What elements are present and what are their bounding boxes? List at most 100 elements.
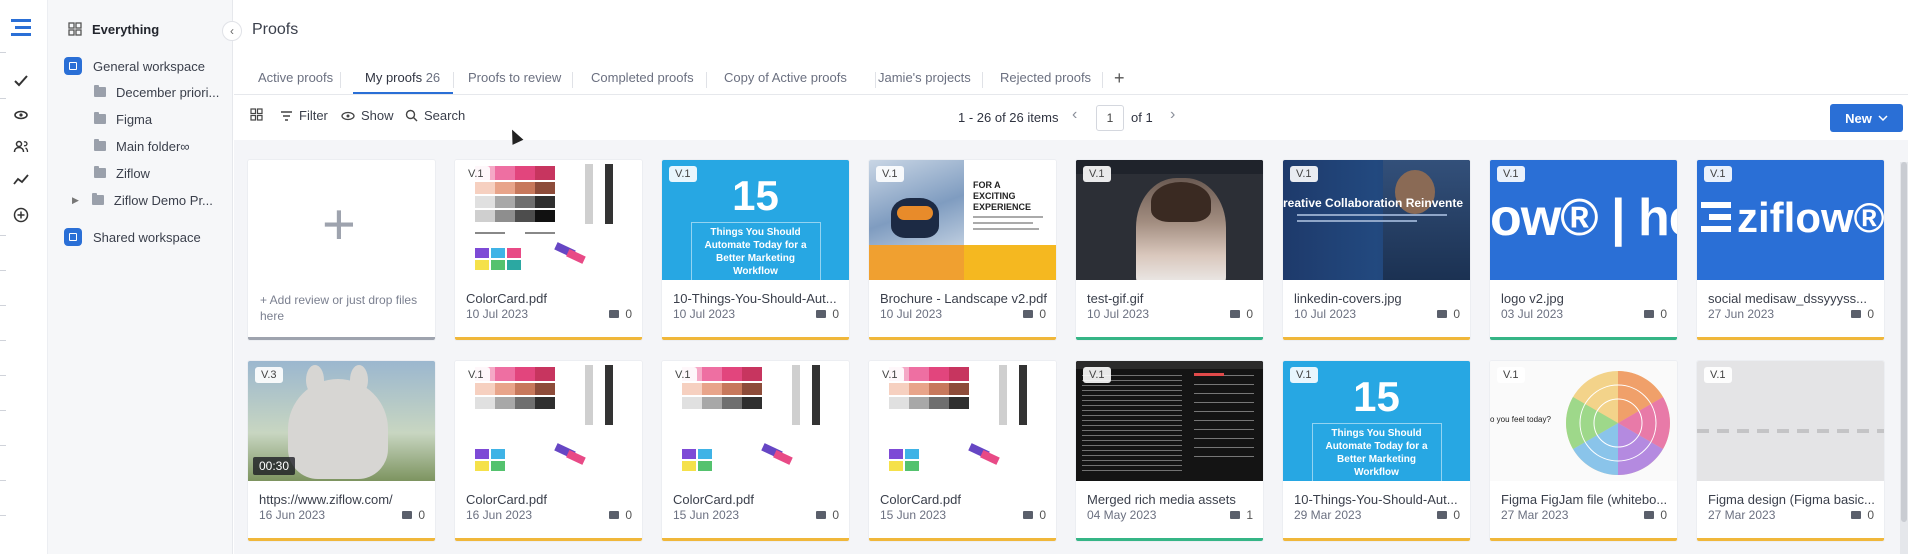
comment-count: 0	[816, 508, 839, 522]
tab-bar: Active proofs My proofs 26 Proofs to rev…	[234, 64, 1908, 95]
vertical-scrollbar[interactable]	[1900, 162, 1908, 554]
proof-card[interactable]: V.1 Figma design (Figma basic... 27 Mar …	[1697, 361, 1884, 541]
prev-page-icon[interactable]: ‹	[1072, 106, 1077, 124]
tab-copy-of-active-proofs[interactable]: Copy of Active proofs	[724, 70, 847, 85]
sidebar-item-everything[interactable]: Everything	[48, 16, 232, 42]
comment-count-value: 0	[418, 508, 425, 522]
add-circle-icon[interactable]	[12, 206, 30, 224]
tab-rejected-proofs[interactable]: Rejected proofs	[1000, 70, 1091, 85]
tab-active-proofs[interactable]: Active proofs	[258, 70, 333, 85]
proof-thumbnail: reative Collaboration Reinvente V.1	[1283, 160, 1470, 280]
proof-card[interactable]: V.3 00:30 https://www.ziflow.com/ 16 Jun…	[248, 361, 435, 541]
comment-count-value: 0	[1453, 508, 1460, 522]
tab-label: Rejected proofs	[1000, 70, 1092, 85]
proof-thumbnail: V.1	[455, 361, 642, 481]
filter-button[interactable]: Filter	[280, 108, 328, 123]
proof-card[interactable]: V.1 ColorCard.pdf 15 Jun 2023 0	[869, 361, 1056, 541]
proof-date: 04 May 2023	[1087, 508, 1157, 522]
add-tab-button[interactable]: +	[1114, 68, 1125, 89]
proof-card[interactable]: o you feel today? V.1 Figma FigJam file …	[1490, 361, 1677, 541]
folder-icon	[94, 85, 106, 97]
tab-completed-proofs[interactable]: Completed proofs	[591, 70, 694, 85]
eye-icon[interactable]	[12, 106, 30, 124]
status-bar	[455, 538, 642, 541]
eye-icon	[341, 111, 355, 120]
page-title: Proofs	[252, 21, 299, 38]
sidebar-item-general-workspace[interactable]: General workspace	[48, 53, 232, 79]
tab-proofs-to-review[interactable]: Proofs to review	[468, 70, 561, 85]
status-bar	[869, 337, 1056, 340]
folder-icon	[94, 112, 106, 124]
comment-count-value: 0	[1660, 508, 1667, 522]
folder-icon	[91, 193, 104, 205]
comment-count-value: 0	[625, 508, 632, 522]
tab-count: 26	[425, 70, 441, 85]
proof-card[interactable]: ow® | he V.1 logo v2.jpg 03 Jul 2023 0	[1490, 160, 1677, 340]
ziflow-logo-icon[interactable]	[9, 16, 33, 40]
expand-chevron-icon[interactable]: ▶	[72, 195, 79, 206]
workspace-sidebar: Everything General workspace December pr…	[48, 0, 233, 554]
proof-card[interactable]: V.1 test-gif.gif 10 Jul 2023 0	[1076, 160, 1263, 340]
proof-card[interactable]: V.1 ColorCard.pdf 16 Jun 2023 0	[455, 361, 642, 541]
sidebar-item-label: Ziflow Demo Pr...	[113, 192, 213, 208]
proof-name: ColorCard.pdf	[466, 492, 547, 507]
proof-card[interactable]: 15 Things You Should Automate Today for …	[662, 160, 849, 340]
sidebar-item-label: Ziflow	[116, 165, 150, 181]
proof-name: social medisaw_dssyyyss...	[1708, 291, 1867, 306]
thumb-heading: FOR A EXCITING EXPERIENCE	[973, 180, 1032, 212]
analytics-icon[interactable]	[12, 171, 30, 189]
proof-thumbnail: V.3 00:30	[248, 361, 435, 481]
proof-thumbnail: ziflow® V.1	[1697, 160, 1884, 280]
status-bar	[248, 538, 435, 541]
proof-card[interactable]: V.1 Merged rich media assets 04 May 2023…	[1076, 361, 1263, 541]
version-badge: V.1	[1704, 367, 1732, 383]
proof-date: 15 Jun 2023	[880, 508, 947, 522]
proofs-check-icon[interactable]	[12, 72, 30, 90]
sidebar-folder-main[interactable]: Main folder∞	[48, 133, 232, 159]
proof-thumbnail: o you feel today? V.1	[1490, 361, 1677, 481]
proof-card[interactable]: V.1 ColorCard.pdf 10 Jul 2023 0	[455, 160, 642, 340]
version-badge: V.1	[1290, 367, 1318, 383]
tab-label: My proofs	[365, 70, 423, 85]
item-range: 1 - 26 of 26 items	[958, 110, 1059, 125]
proof-date: 10 Jul 2023	[466, 307, 529, 321]
sidebar-folder-december[interactable]: December priori...	[48, 79, 232, 105]
sidebar-folder-ziflow[interactable]: Ziflow	[48, 160, 232, 186]
new-button[interactable]: New	[1830, 104, 1903, 132]
search-button[interactable]: Search	[405, 108, 465, 123]
thumb-ziflow-text: ziflow®	[1737, 194, 1884, 241]
page-number-input[interactable]: 1	[1096, 105, 1124, 131]
view-toggle-button[interactable]	[250, 108, 263, 121]
tab-my-proofs[interactable]: My proofs 26	[365, 70, 440, 85]
tab-label: Copy of Active proofs	[724, 70, 847, 85]
folder-icon	[94, 139, 106, 151]
proof-thumbnail: V.1	[662, 361, 849, 481]
proof-card[interactable]: ziflow® V.1 social medisaw_dssyyyss... 2…	[1697, 160, 1884, 340]
users-icon[interactable]	[12, 138, 30, 156]
comment-count: 0	[1023, 307, 1046, 321]
sidebar-item-shared-workspace[interactable]: Shared workspace	[48, 224, 232, 250]
workspace-icon	[64, 228, 82, 246]
tab-label: Jamie's projects	[878, 70, 971, 85]
comment-count-value: 0	[832, 508, 839, 522]
comment-icon	[609, 310, 620, 318]
tab-jamies-projects[interactable]: Jamie's projects	[878, 70, 971, 85]
new-label: New	[1845, 110, 1872, 126]
filter-icon	[281, 110, 292, 121]
comment-icon	[1644, 310, 1655, 318]
proof-card[interactable]: 15 Things You Should Automate Today for …	[1283, 361, 1470, 541]
show-button[interactable]: Show	[341, 108, 394, 123]
add-review-card[interactable]: + + Add review or just drop files here	[248, 160, 435, 340]
search-icon	[405, 109, 418, 122]
comment-count: 0	[1437, 307, 1460, 321]
proof-card[interactable]: V.1 ColorCard.pdf 15 Jun 2023 0	[662, 361, 849, 541]
proof-date: 16 Jun 2023	[259, 508, 326, 522]
next-page-icon[interactable]: ›	[1170, 106, 1175, 124]
icon-rail	[0, 0, 48, 554]
sidebar-folder-ziflow-demo[interactable]: ▶ Ziflow Demo Pr...	[48, 187, 232, 213]
proof-card[interactable]: FOR A EXCITING EXPERIENCE V.1 Brochure -…	[869, 160, 1056, 340]
comment-count: 1	[1230, 508, 1253, 522]
sidebar-folder-figma[interactable]: Figma	[48, 106, 232, 132]
comment-icon	[1644, 511, 1655, 519]
proof-card[interactable]: reative Collaboration Reinvente V.1 link…	[1283, 160, 1470, 340]
